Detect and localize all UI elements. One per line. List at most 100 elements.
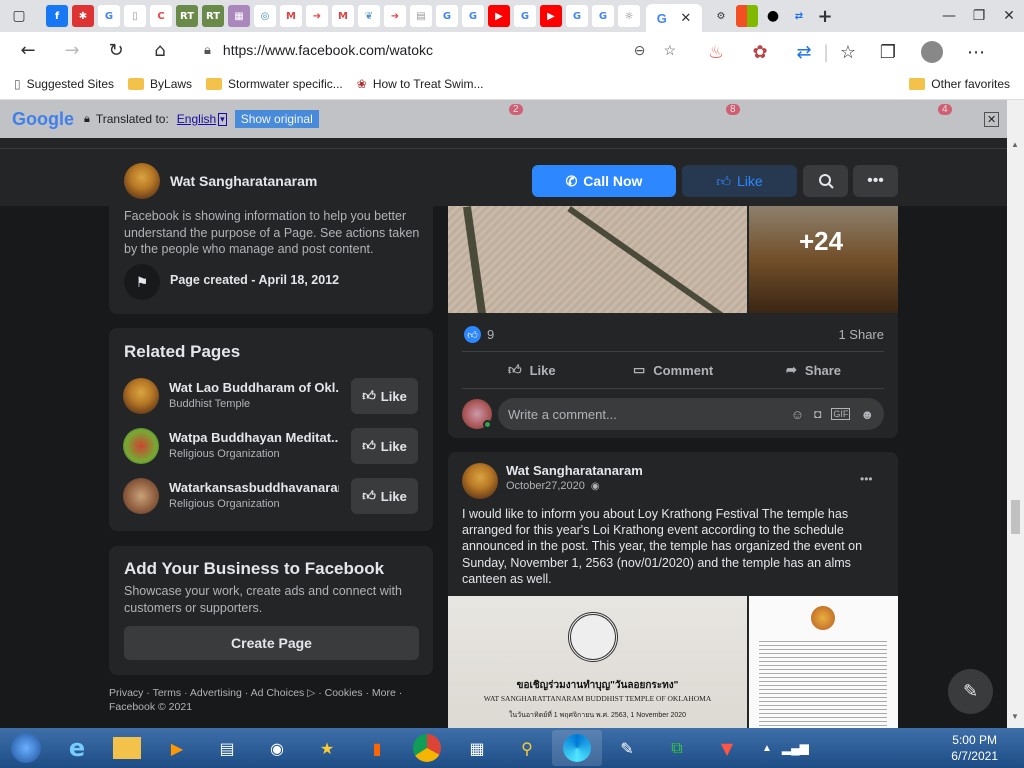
comment-input[interactable]: Write a comment... ☺ ◘ GIF ☻ <box>498 398 884 430</box>
share-count[interactable]: 1 Share <box>838 327 884 342</box>
new-tab-icon[interactable]: + <box>814 5 836 27</box>
related-page-name[interactable]: Watpa Buddhayan Meditat... <box>169 430 339 445</box>
more-options-button[interactable]: ••• <box>853 165 898 197</box>
tab-favicon-lotus[interactable]: ❦ <box>358 5 380 27</box>
network-icon[interactable]: ▂▄▆ <box>782 741 809 755</box>
post-date[interactable]: October27,2020 <box>506 480 585 492</box>
fb-notifications-icon[interactable]: 4 <box>930 104 952 130</box>
post-more-icon[interactable]: ••• <box>860 472 873 486</box>
tab-favicon-c[interactable]: C <box>150 5 172 27</box>
tab-favicon-google5[interactable]: G <box>566 5 588 27</box>
like-post-button[interactable]: 👍︎ Like <box>508 362 556 378</box>
tab-favicon-globe[interactable]: ◎ <box>254 5 276 27</box>
tab-favicon-doc[interactable]: ▯ <box>124 5 146 27</box>
extension-flower-icon[interactable]: ✿ <box>744 36 776 68</box>
favorites-icon[interactable]: ☆ <box>832 36 864 68</box>
remote-icon[interactable]: ⧉ <box>652 730 702 766</box>
tab-favicon-youtube[interactable]: ▶ <box>488 5 510 27</box>
tab-favicon-gmail2[interactable]: M <box>332 5 354 27</box>
tab-favicon-settings[interactable]: ⚙ <box>710 5 732 27</box>
related-page-item[interactable]: Watpa Buddhayan Meditat... Religious Org… <box>123 426 418 466</box>
language-select[interactable]: English <box>177 112 216 126</box>
chrome-icon[interactable] <box>402 730 452 766</box>
tab-favicon-gmail[interactable]: M <box>280 5 302 27</box>
tab-active[interactable]: G ✕ <box>646 4 702 32</box>
show-original-button[interactable]: Show original <box>234 110 319 128</box>
related-page-item[interactable]: Wat Lao Buddharam of Okl... Buddhist Tem… <box>123 376 418 416</box>
office-icon[interactable]: ▮ <box>352 730 402 766</box>
extension-sync-icon[interactable]: ⇄ <box>788 36 820 68</box>
related-page-avatar[interactable] <box>123 428 159 464</box>
paint-icon[interactable]: ✎ <box>602 730 652 766</box>
collections-icon[interactable]: ❐ <box>872 36 904 68</box>
page-name[interactable]: Wat Sangharatanaram <box>170 173 317 189</box>
related-page-like-button[interactable]: 👍︎ Like <box>351 378 418 414</box>
gif-icon[interactable]: GIF <box>831 408 851 420</box>
share-button[interactable]: ➦ Share <box>786 362 841 378</box>
tab-actions-icon[interactable]: ▢ <box>8 5 30 27</box>
tab-favicon-google4[interactable]: G <box>514 5 536 27</box>
tab-favicon-google3[interactable]: G <box>462 5 484 27</box>
star-app-icon[interactable]: ★ <box>302 730 352 766</box>
translate-close-icon[interactable]: ✕ <box>984 112 1000 127</box>
language-dropdown-icon[interactable]: ▾ <box>218 112 227 126</box>
reaction-count[interactable]: 9 <box>487 327 494 342</box>
media-player-icon[interactable]: ▶ <box>152 730 202 766</box>
camera-icon[interactable]: ◘ <box>814 407 821 421</box>
tab-favicon-img[interactable]: ▦ <box>228 5 250 27</box>
brave-icon[interactable]: ▼ <box>702 730 752 766</box>
like-reaction-icon[interactable]: 👍︎ <box>464 326 481 343</box>
profile-avatar[interactable] <box>916 36 948 68</box>
create-page-button[interactable]: Create Page <box>124 626 419 660</box>
reload-icon[interactable]: ↻ <box>100 34 132 66</box>
settings-more-icon[interactable]: ⋯ <box>960 36 992 68</box>
tab-favicon-rt2[interactable]: RT <box>202 5 224 27</box>
eye-app-icon[interactable]: ◉ <box>252 730 302 766</box>
post-photo-carpet[interactable] <box>448 206 747 313</box>
search-app-icon[interactable]: ⚲ <box>502 730 552 766</box>
tab-favicon-red[interactable]: ✱ <box>72 5 94 27</box>
extension-fire-icon[interactable]: ♨ <box>700 36 732 68</box>
start-button[interactable] <box>0 730 52 766</box>
scroll-up-arrow[interactable]: ▲ <box>1011 140 1019 149</box>
tab-favicon-rt[interactable]: RT <box>176 5 198 27</box>
calculator-icon[interactable]: ▦ <box>452 730 502 766</box>
tab-favicon-google[interactable]: G <box>98 5 120 27</box>
restore-icon[interactable]: ❐ <box>964 4 994 28</box>
url-field[interactable]: 🔒︎ https://www.facebook.com/watokc ⊖ ☆ <box>186 36 686 64</box>
fb-video-icon[interactable]: 2 <box>495 104 523 130</box>
tab-favicon-facebook[interactable]: f <box>46 5 68 27</box>
system-clock[interactable]: 5:00 PM 6/7/2021 <box>951 732 998 764</box>
favorite-star-icon[interactable]: ☆ <box>663 42 676 59</box>
home-icon[interactable]: ⌂ <box>144 34 176 66</box>
tray-expand-icon[interactable]: ▲ <box>762 743 772 754</box>
ie-icon[interactable]: e <box>52 730 102 766</box>
bookmark-suggested-sites[interactable]: ▯ Suggested Sites <box>14 77 114 91</box>
bookmark-swim[interactable]: ❀ How to Treat Swim... <box>357 77 484 91</box>
bookmark-stormwater[interactable]: Stormwater specific... <box>206 77 343 91</box>
lock-icon[interactable]: 🔒︎ <box>204 42 211 58</box>
back-icon[interactable]: ← <box>12 34 44 66</box>
related-page-avatar[interactable] <box>123 378 159 414</box>
related-page-like-button[interactable]: 👍︎ Like <box>351 428 418 464</box>
compose-message-button[interactable]: ✎ <box>948 669 993 714</box>
bookmark-bylaws[interactable]: ByLaws <box>128 77 192 91</box>
related-page-item[interactable]: Watarkansasbuddhavanaram Religious Organ… <box>123 476 418 516</box>
tab-favicon-sync[interactable]: ⇄ <box>788 5 810 27</box>
post-image-document[interactable] <box>749 596 898 732</box>
tab-favicon-youtube2[interactable]: ▶ <box>540 5 562 27</box>
post-author-name[interactable]: Wat Sangharatanaram <box>506 463 643 478</box>
emoji-icon[interactable]: ☺ <box>791 407 804 422</box>
related-page-name[interactable]: Watarkansasbuddhavanaram <box>169 480 339 495</box>
comment-button[interactable]: ▭ Comment <box>633 362 713 378</box>
forward-icon[interactable]: → <box>56 34 88 66</box>
bookmark-other-favorites[interactable]: Other favorites <box>909 77 1010 91</box>
tab-favicon-github[interactable]: ● <box>762 5 784 27</box>
zoom-icon[interactable]: ⊖ <box>634 42 646 59</box>
post-author-avatar[interactable] <box>462 463 498 499</box>
more-photos-count[interactable]: +24 <box>799 226 843 257</box>
footer-links[interactable]: Privacy · Terms · Advertising · Ad Choic… <box>109 686 429 700</box>
edge-icon[interactable] <box>552 730 602 766</box>
tab-close-icon[interactable]: ✕ <box>680 10 691 26</box>
page-scrollbar[interactable]: ▲ ▼ <box>1007 100 1024 728</box>
